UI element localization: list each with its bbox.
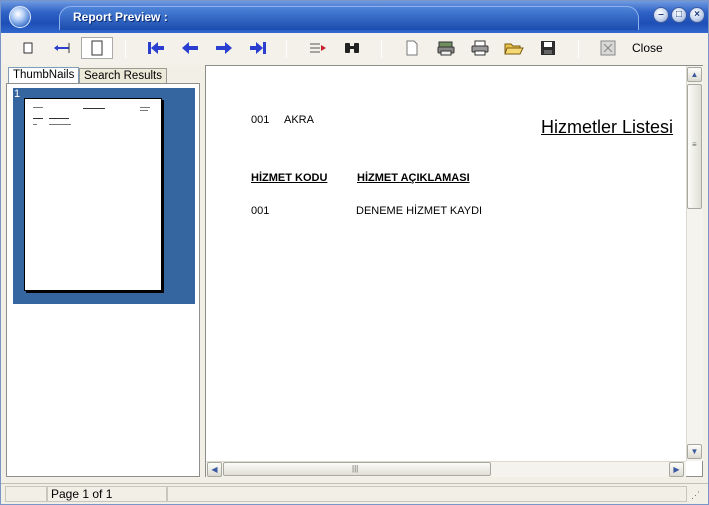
grip-icon: ||| xyxy=(352,464,359,473)
scroll-up-button[interactable]: ▲ xyxy=(687,67,702,82)
tab-search-results[interactable]: Search Results xyxy=(79,68,167,84)
goto-page-button[interactable] xyxy=(307,39,329,57)
save-disk-icon xyxy=(541,41,555,55)
resize-grip-icon[interactable]: ⋰ xyxy=(691,490,700,501)
print-button[interactable] xyxy=(469,39,491,57)
row-code: 001 xyxy=(251,205,270,217)
page-width-button[interactable] xyxy=(51,39,73,57)
printer-setup-icon xyxy=(437,41,455,56)
thumbnail-page[interactable] xyxy=(24,98,162,291)
last-page-button[interactable] xyxy=(247,39,269,57)
toolbar-separator xyxy=(578,40,579,58)
thumb-line xyxy=(140,110,148,111)
thumb-line xyxy=(33,107,43,108)
horizontal-scrollbar[interactable]: ◀ ||| ▶ xyxy=(206,461,686,477)
open-folder-icon xyxy=(504,43,524,55)
thumb-line xyxy=(49,124,71,125)
status-cell xyxy=(167,486,687,502)
close-report-icon xyxy=(600,40,616,56)
report-preview-area[interactable]: 001 AKRA Hizmetler Listesi HİZMET KODU H… xyxy=(205,65,703,477)
single-page-icon xyxy=(23,42,33,54)
title-bar: Report Preview : – □ × xyxy=(1,1,708,33)
toolbar-separator xyxy=(286,40,287,58)
window-title: Report Preview : xyxy=(73,10,168,24)
page-setup-button[interactable] xyxy=(401,39,423,57)
find-button[interactable] xyxy=(341,39,363,57)
thumb-line xyxy=(49,118,69,119)
first-page-icon xyxy=(148,42,164,54)
first-page-button[interactable] xyxy=(145,39,167,57)
thumb-line xyxy=(33,124,37,125)
vertical-scrollbar[interactable]: ▲ ≡ ▼ xyxy=(686,66,703,461)
left-panel: ThumbNails Search Results 1 xyxy=(6,67,200,477)
company-code: 001 xyxy=(251,114,270,126)
toolbar-separator xyxy=(125,40,126,58)
thumb-line xyxy=(83,108,105,109)
blank-page-icon xyxy=(406,40,418,56)
thumbnails-panel: 1 xyxy=(6,83,200,477)
goto-page-icon xyxy=(310,43,326,53)
horizontal-scroll-thumb[interactable]: ||| xyxy=(223,462,491,476)
full-page-button[interactable] xyxy=(81,37,113,59)
last-page-icon xyxy=(250,42,266,54)
status-cell xyxy=(5,486,47,502)
toolbar: Close xyxy=(1,33,708,65)
full-page-icon xyxy=(91,40,103,56)
minimize-button[interactable]: – xyxy=(653,7,669,23)
column-header-code: HİZMET KODU xyxy=(251,172,328,184)
column-header-description: HİZMET AÇIKLAMASI xyxy=(357,172,470,184)
row-description: DENEME HİZMET KAYDI xyxy=(356,205,483,217)
binoculars-icon xyxy=(345,43,359,53)
panel-tabs: ThumbNails Search Results xyxy=(6,67,200,84)
save-button[interactable] xyxy=(537,39,559,57)
previous-page-button[interactable] xyxy=(179,39,201,57)
print-setup-button[interactable] xyxy=(435,39,457,57)
maximize-button[interactable]: □ xyxy=(671,7,687,23)
app-globe-icon[interactable] xyxy=(9,6,31,28)
page-width-icon xyxy=(54,43,70,53)
toolbar-separator xyxy=(381,40,382,58)
single-page-button[interactable] xyxy=(19,39,37,57)
close-report-button[interactable] xyxy=(598,39,618,57)
tab-thumbnails[interactable]: ThumbNails xyxy=(8,67,80,84)
open-button[interactable] xyxy=(503,39,525,57)
company-name: AKRA xyxy=(284,114,314,126)
status-bar: Page 1 of 1 ⋰ xyxy=(1,483,708,504)
scroll-left-button[interactable]: ◀ xyxy=(207,462,222,477)
vertical-scroll-thumb[interactable]: ≡ xyxy=(687,84,702,209)
thumb-line xyxy=(140,107,150,108)
next-page-icon xyxy=(216,42,232,54)
report-preview-window: Report Preview : – □ × Close ThumbNails … xyxy=(0,0,709,505)
previous-page-icon xyxy=(182,42,198,54)
scroll-down-button[interactable]: ▼ xyxy=(687,444,702,459)
scroll-right-button[interactable]: ▶ xyxy=(669,462,684,477)
close-window-button[interactable]: × xyxy=(689,7,705,23)
grip-icon: ≡ xyxy=(692,140,697,149)
thumbnail-item[interactable]: 1 xyxy=(13,88,195,304)
printer-icon xyxy=(471,40,489,56)
page-info: Page 1 of 1 xyxy=(51,487,113,501)
report-title: Hizmetler Listesi xyxy=(541,117,674,137)
next-page-button[interactable] xyxy=(213,39,235,57)
thumbnail-page-number: 1 xyxy=(14,88,21,100)
close-label[interactable]: Close xyxy=(632,41,663,55)
thumb-line xyxy=(33,118,43,119)
